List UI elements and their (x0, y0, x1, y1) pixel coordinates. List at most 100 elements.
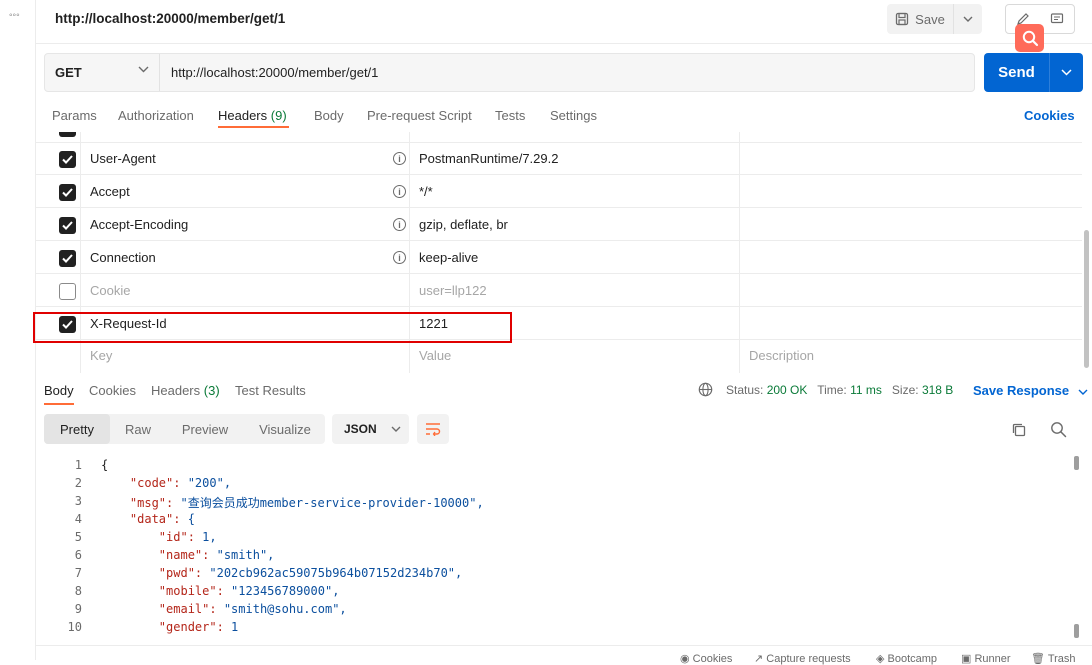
save-icon (896, 12, 909, 26)
url-bar: GET http://localhost:20000/member/get/1 (44, 53, 975, 92)
method-label: GET (55, 65, 82, 80)
time-value[interactable]: 11 ms (850, 383, 882, 397)
header-key[interactable]: Connection (90, 250, 156, 265)
info-icon[interactable]: i (393, 152, 406, 165)
highlight-annotation-box (33, 312, 512, 343)
header-key[interactable]: Cookie (90, 283, 130, 298)
code-line: "gender": 1 (101, 620, 239, 634)
tab-authorization[interactable]: Authorization (118, 108, 194, 123)
method-select[interactable]: GET (45, 54, 160, 91)
line-number: 7 (74, 566, 82, 580)
globe-icon[interactable] (698, 382, 713, 397)
table-row: Connection i keep-alive (36, 241, 1082, 274)
request-title[interactable]: http://localhost:20000/member/get/1 (55, 11, 285, 26)
save-options-button[interactable] (954, 4, 982, 34)
code-line: "data": { (101, 512, 195, 526)
response-code-editor[interactable]: 1 { 2 "code": "200", 3 "msg": "查询会员成功mem… (36, 456, 1076, 640)
search-overlay-button[interactable] (1015, 24, 1044, 52)
code-scrollbar-bottom[interactable] (1074, 624, 1079, 638)
view-mode-group: Pretty Raw Preview Visualize (44, 414, 325, 444)
chevron-down-icon (1061, 69, 1072, 76)
header-key[interactable]: Accept-Encoding (90, 217, 188, 232)
code-scrollbar-top[interactable] (1074, 456, 1079, 470)
table-row-new: Key Value Description (36, 340, 1082, 373)
left-rail (0, 0, 36, 660)
info-icon[interactable]: i (393, 185, 406, 198)
code-line: "email": "smith@sohu.com", (101, 602, 347, 616)
status-bar: ◉ Cookies ↗ Capture requests ◈ Bootcamp … (36, 645, 1092, 665)
status-value[interactable]: 200 OK (767, 383, 808, 397)
info-icon[interactable]: i (393, 218, 406, 231)
tab-settings[interactable]: Settings (550, 108, 597, 123)
size-value[interactable]: 318 B (922, 383, 953, 397)
header-value[interactable]: user=llp122 (419, 283, 487, 298)
tab-response-body[interactable]: Body (44, 383, 74, 398)
search-icon[interactable] (1050, 421, 1067, 438)
checkbox[interactable] (59, 151, 76, 168)
tab-tests[interactable]: Tests (495, 108, 525, 123)
code-line: "id": 1, (101, 530, 217, 544)
chevron-down-icon (391, 426, 401, 432)
code-line: "name": "smith", (101, 548, 275, 562)
line-number: 1 (74, 458, 82, 472)
save-response-button[interactable]: Save Response (973, 383, 1088, 398)
view-raw[interactable]: Raw (114, 414, 162, 444)
tab-response-headers-count: (3) (203, 383, 220, 398)
tab-prerequest-script[interactable]: Pre-request Script (367, 108, 472, 123)
checkbox[interactable] (59, 283, 76, 300)
view-visualize[interactable]: Visualize (248, 414, 322, 444)
wrap-lines-button[interactable] (417, 414, 449, 444)
view-pretty[interactable]: Pretty (44, 414, 110, 444)
copy-icon[interactable] (1011, 422, 1027, 438)
footer-bootcamp[interactable]: ◈ Bootcamp (876, 652, 937, 665)
view-preview[interactable]: Preview (170, 414, 240, 444)
tab-response-cookies[interactable]: Cookies (89, 383, 136, 398)
checkbox[interactable] (59, 132, 76, 137)
checkbox[interactable] (59, 217, 76, 234)
description-input[interactable]: Description (749, 348, 814, 363)
checkbox[interactable] (59, 184, 76, 201)
line-number: 10 (67, 620, 82, 634)
comment-icon (1050, 13, 1064, 24)
footer-trash[interactable]: 🗑 Trash (1031, 652, 1076, 665)
url-input[interactable]: http://localhost:20000/member/get/1 (171, 65, 378, 80)
tab-test-results[interactable]: Test Results (235, 383, 306, 398)
header-value[interactable]: keep-alive (419, 250, 478, 265)
tab-headers[interactable]: Headers (9) (218, 108, 287, 123)
chevron-down-icon (1078, 389, 1088, 395)
line-number: 8 (74, 584, 82, 598)
save-button[interactable]: Save (887, 4, 954, 34)
tab-headers-label: Headers (218, 108, 268, 123)
documentation-button[interactable] (1040, 5, 1074, 33)
header-key[interactable]: Accept (90, 184, 130, 199)
line-number: 5 (74, 530, 82, 544)
cookies-link[interactable]: Cookies (1024, 108, 1075, 123)
header-value[interactable]: */* (419, 184, 433, 199)
key-input[interactable]: Key (90, 348, 112, 363)
active-tab-indicator (218, 126, 289, 128)
footer-capture-requests[interactable]: ↗ Capture requests (754, 652, 851, 665)
info-icon[interactable]: i (393, 251, 406, 264)
header-value[interactable]: PostmanRuntime/7.29.2 (419, 151, 558, 166)
tab-params[interactable]: Params (52, 108, 97, 123)
header-key[interactable]: User-Agent (90, 151, 156, 166)
code-line: "code": "200", (101, 476, 232, 490)
table-row: Cookie user=llp122 (36, 274, 1082, 307)
send-options-button[interactable] (1050, 53, 1083, 92)
footer-cookies[interactable]: ◉ Cookies (680, 652, 732, 665)
send-button[interactable]: Send (984, 53, 1050, 92)
save-response-label: Save Response (973, 383, 1070, 398)
checkbox[interactable] (59, 250, 76, 267)
code-line: "msg": "查询会员成功member-service-provider-10… (101, 496, 484, 510)
line-number: 6 (74, 548, 82, 562)
format-select[interactable]: JSON (332, 414, 409, 444)
header-value[interactable]: gzip, deflate, br (419, 217, 508, 232)
request-tabs: Params Authorization Headers (9) Body Pr… (36, 100, 1092, 132)
tab-body[interactable]: Body (314, 108, 344, 123)
tab-response-headers[interactable]: Headers (3) (151, 383, 220, 398)
checkmark-icon (62, 221, 73, 230)
value-input[interactable]: Value (419, 348, 451, 363)
footer-runner[interactable]: ▣ Runner (961, 652, 1011, 665)
more-options-icon[interactable]: ◦◦◦ (9, 10, 20, 21)
table-scrollbar[interactable] (1084, 230, 1089, 368)
